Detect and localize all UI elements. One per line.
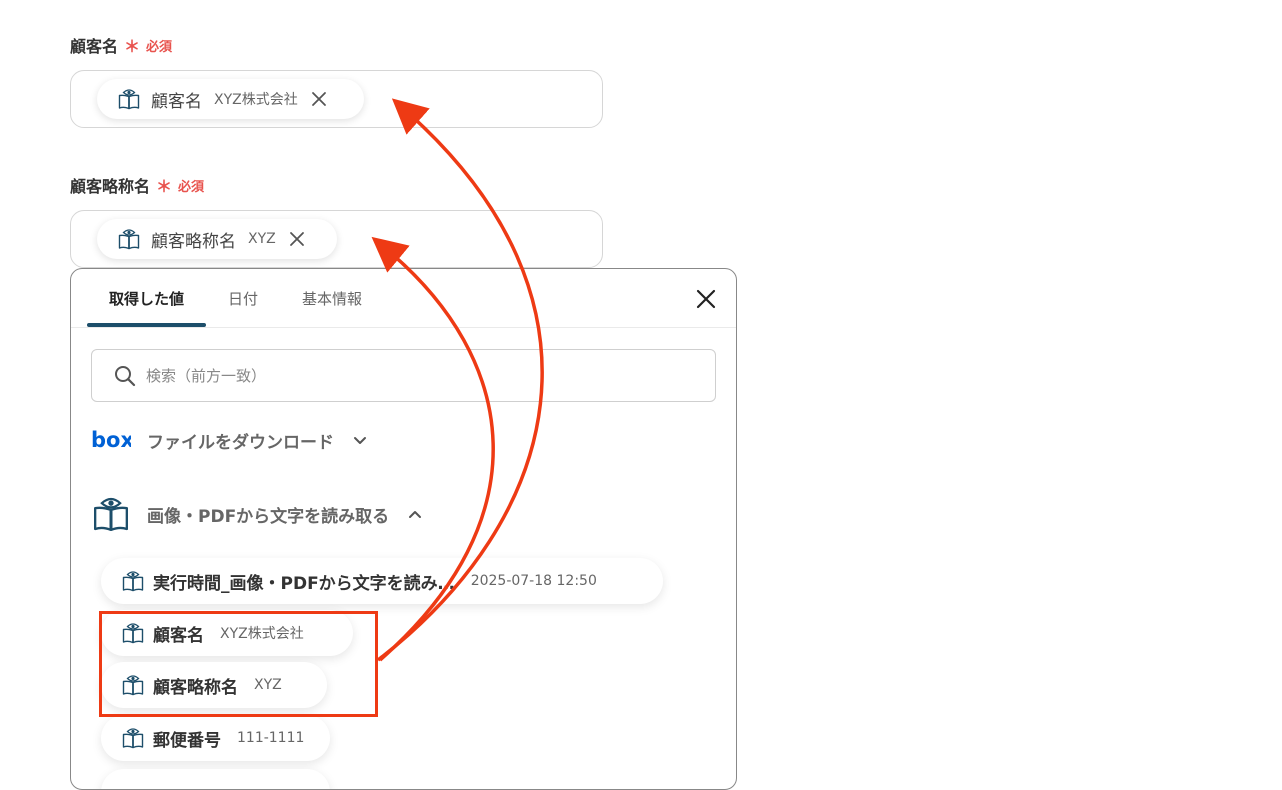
customer-name-field[interactable]: 顧客名 XYZ株式会社 (70, 70, 603, 128)
book-eye-icon (121, 569, 145, 593)
book-eye-icon (91, 494, 131, 534)
token-name: 顧客名 (151, 91, 202, 112)
item-name: 郵便番号 (153, 730, 221, 751)
group-ocr[interactable]: 画像・PDFから文字を読み取る (91, 492, 423, 536)
panel-tabs: 取得した値 日付 基本情報 (87, 269, 384, 327)
item-name: 顧客略称名 (153, 677, 238, 698)
required-star: ＊ (156, 177, 173, 196)
list-item-execution-time[interactable]: 実行時間_画像・PDFから文字を読み… 2025-07-18 12:50 (101, 558, 663, 604)
required-star: ＊ (124, 37, 141, 56)
chevron-down-icon (354, 437, 366, 444)
field-label-text: 顧客略称名 (70, 177, 151, 196)
customer-name-token[interactable]: 顧客名 XYZ株式会社 (97, 79, 364, 119)
customer-short-name-field[interactable]: 顧客略称名 XYZ (70, 210, 603, 268)
tab-acquired-values[interactable]: 取得した値 (87, 269, 207, 327)
box-logo-icon: box (91, 428, 131, 452)
tab-divider (71, 327, 736, 328)
remove-token-button[interactable] (286, 228, 308, 250)
close-icon (311, 92, 326, 106)
tab-date[interactable]: 日付 (206, 269, 280, 327)
close-icon (289, 232, 304, 246)
search-icon (115, 365, 136, 386)
item-name: 顧客名 (153, 625, 204, 646)
list-item-postal-code[interactable]: 郵便番号 111-1111 (101, 715, 330, 761)
group-box-download[interactable]: box ファイルをダウンロード (91, 425, 368, 455)
customer-short-name-token[interactable]: 顧客略称名 XYZ (97, 219, 337, 259)
value-picker-panel: 取得した値 日付 基本情報 box ファイルをダウンロード 画像・PDFから文字… (70, 268, 737, 790)
search-input[interactable] (144, 365, 668, 386)
chevron-up-icon (409, 511, 422, 518)
search-box (91, 349, 716, 402)
item-value: 111-1111 (237, 730, 305, 746)
book-eye-icon (121, 621, 145, 645)
book-eye-icon (117, 87, 141, 111)
item-value: XYZ (254, 677, 282, 693)
required-badge: 必須 (146, 39, 173, 55)
group-title: 画像・PDFから文字を読み取る (147, 506, 390, 527)
list-item-customer-short-name[interactable]: 顧客略称名 XYZ (101, 662, 327, 708)
svg-text:box: box (91, 428, 131, 452)
required-badge: 必須 (178, 179, 205, 195)
item-value: XYZ株式会社 (220, 626, 304, 642)
remove-token-button[interactable] (308, 88, 330, 110)
token-value: XYZ (248, 231, 276, 247)
token-value: XYZ株式会社 (214, 92, 298, 108)
item-name: 実行時間_画像・PDFから文字を読み… (153, 573, 455, 594)
list-item-partial[interactable] (101, 769, 330, 789)
item-value: 2025-07-18 12:50 (470, 573, 597, 589)
book-eye-icon (117, 227, 141, 251)
close-icon[interactable] (694, 287, 718, 311)
book-eye-icon (121, 726, 145, 750)
field-label-customer-name: 顧客名 ＊ 必須 (70, 33, 172, 57)
tab-basic-info[interactable]: 基本情報 (280, 269, 384, 327)
field-label-customer-short-name: 顧客略称名 ＊ 必須 (70, 173, 204, 197)
field-label-text: 顧客名 (70, 37, 119, 56)
group-title: ファイルをダウンロード (147, 432, 334, 453)
token-name: 顧客略称名 (151, 231, 236, 252)
list-item-customer-name[interactable]: 顧客名 XYZ株式会社 (101, 610, 353, 656)
book-eye-icon (121, 673, 145, 697)
